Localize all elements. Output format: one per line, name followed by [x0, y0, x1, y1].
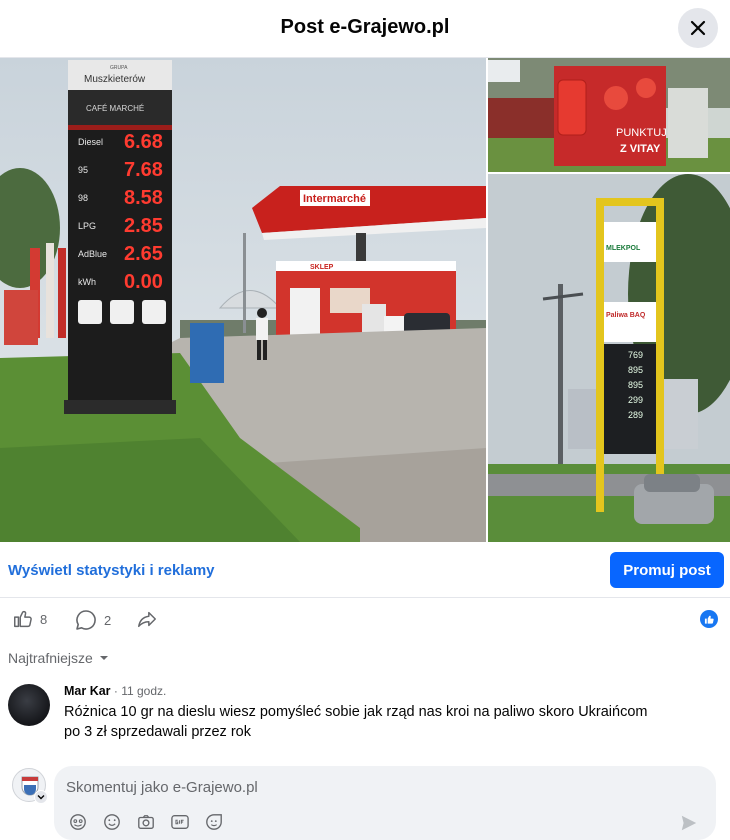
comment-time[interactable]: 11 godz.: [121, 684, 166, 698]
vitay-line2-text: Z VITAY: [620, 143, 661, 155]
sticker-icon: [206, 814, 222, 830]
comment-meta: Mar Kar · 11 godz.: [64, 684, 166, 698]
photo-vitay-board[interactable]: PUNKTUJ Z VITAY: [488, 58, 730, 172]
caret-down-icon: [99, 656, 108, 660]
like-action[interactable]: 8: [12, 608, 47, 630]
comment-input-box: [54, 766, 716, 840]
thumbs-up-icon: [14, 610, 32, 628]
photo-grid: Intermarché SKLEP GRUPA Muszkieterów CAF…: [0, 58, 730, 542]
commenter-avatar[interactable]: [8, 684, 50, 726]
mlekpol-price-4: 299: [628, 395, 643, 405]
mlekpol-price-1: 769: [628, 350, 643, 360]
vitay-line1-text: PUNKTUJ: [616, 127, 667, 139]
comment-text: Różnica 10 gr na dieslu wiesz pomyśleć s…: [64, 704, 648, 740]
close-button[interactable]: [678, 8, 718, 48]
sort-label: Najtrafniejsze: [8, 650, 93, 666]
mlekpol-price-3: 895: [628, 380, 643, 390]
photo-mlekpol-station[interactable]: MLEKPOL Paliwa BAQ 769 895 895 299 289: [488, 174, 730, 542]
share-action[interactable]: [136, 608, 158, 630]
likes-count: 8: [40, 611, 48, 627]
chevron-down-icon: [37, 795, 45, 800]
camera-icon: [138, 815, 154, 829]
brand-group-text: GRUPA: [110, 65, 128, 71]
fuel-label-lpg: LPG: [78, 221, 96, 231]
comment-sort-dropdown[interactable]: Najtrafniejsze: [8, 650, 109, 666]
send-comment-button[interactable]: [678, 812, 700, 834]
fuel-price-kwh: 0.00: [124, 271, 163, 293]
comment-input[interactable]: [66, 776, 566, 798]
fuel-label-kwh: kWh: [78, 277, 96, 287]
close-icon: [690, 20, 706, 36]
emoji-button[interactable]: [102, 812, 122, 832]
fuel-label-diesel: Diesel: [78, 137, 103, 147]
switch-profile-badge[interactable]: [34, 790, 48, 804]
sticker-button[interactable]: [204, 812, 224, 832]
like-badge-icon: [704, 615, 714, 624]
fuel-label-adblue: AdBlue: [78, 249, 107, 259]
view-stats-link[interactable]: Wyświetl statystyki i reklamy: [8, 562, 215, 579]
gif-button[interactable]: [170, 812, 190, 832]
gif-icon: [171, 815, 189, 829]
comment-composer: [0, 752, 730, 840]
fuel-label-98: 98: [78, 193, 88, 203]
emoji-icon: [104, 814, 120, 830]
comment-action[interactable]: 2: [74, 608, 111, 632]
fuel-price-adblue: 2.65: [124, 243, 163, 265]
dialog-title: Post e-Grajewo.pl: [280, 16, 450, 38]
photo-button[interactable]: [136, 812, 156, 832]
comment-author[interactable]: Mar Kar: [64, 684, 111, 698]
mlekpol-price-5: 289: [628, 410, 643, 420]
send-icon: [681, 815, 697, 831]
mlekpol-text: MLEKPOL: [606, 245, 641, 252]
composer-toolbar: [68, 812, 224, 832]
baq-text: Paliwa BAQ: [606, 312, 646, 319]
fuel-label-95: 95: [78, 165, 88, 175]
cafe-text: CAFÉ MARCHÉ: [86, 104, 144, 113]
comment-icon: [76, 610, 96, 630]
mlekpol-price-2: 895: [628, 365, 643, 375]
reactions-row: 8 2: [0, 600, 730, 640]
share-icon: [138, 611, 156, 628]
comment-item: Mar Kar · 11 godz. Różnica 10 gr na dies…: [8, 682, 708, 752]
brand-name-text: Muszkieterów: [84, 74, 146, 85]
photo-intermarche-station[interactable]: Intermarché SKLEP GRUPA Muszkieterów CAF…: [0, 58, 486, 542]
fuel-price-diesel: 6.68: [124, 131, 163, 153]
promote-post-button[interactable]: Promuj post: [610, 552, 724, 588]
comment-separator: ·: [110, 684, 122, 698]
avatar-sticker-button[interactable]: [68, 812, 88, 832]
avatar-sticker-icon: [70, 814, 86, 830]
station-brand-text: Intermarché: [303, 193, 366, 205]
comments-count: 2: [104, 612, 112, 628]
fuel-price-95: 7.68: [124, 159, 163, 181]
like-reaction-badge[interactable]: [700, 610, 718, 628]
fuel-price-lpg: 2.85: [124, 215, 163, 237]
post-actions-row: Wyświetl statystyki i reklamy Promuj pos…: [0, 542, 730, 598]
dialog-header: Post e-Grajewo.pl: [0, 0, 730, 58]
fuel-price-98: 8.58: [124, 187, 163, 209]
shop-sign-text: SKLEP: [310, 264, 334, 271]
